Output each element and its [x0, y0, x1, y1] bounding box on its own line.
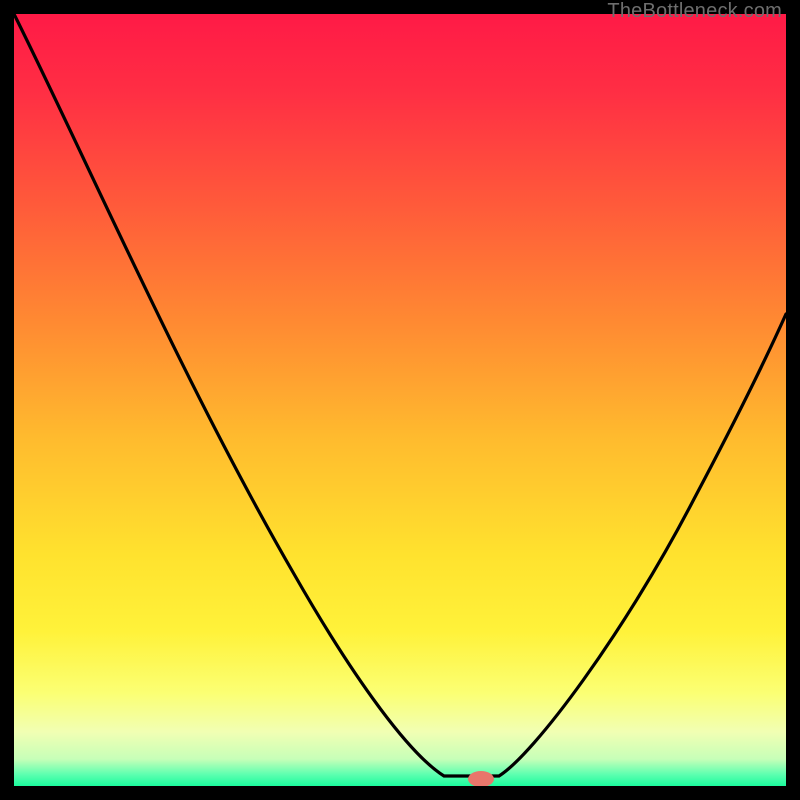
- chart-frame: [14, 14, 786, 786]
- bottleneck-plot: [14, 14, 786, 786]
- attribution-label: TheBottleneck.com: [607, 0, 782, 23]
- gradient-background: [14, 14, 786, 786]
